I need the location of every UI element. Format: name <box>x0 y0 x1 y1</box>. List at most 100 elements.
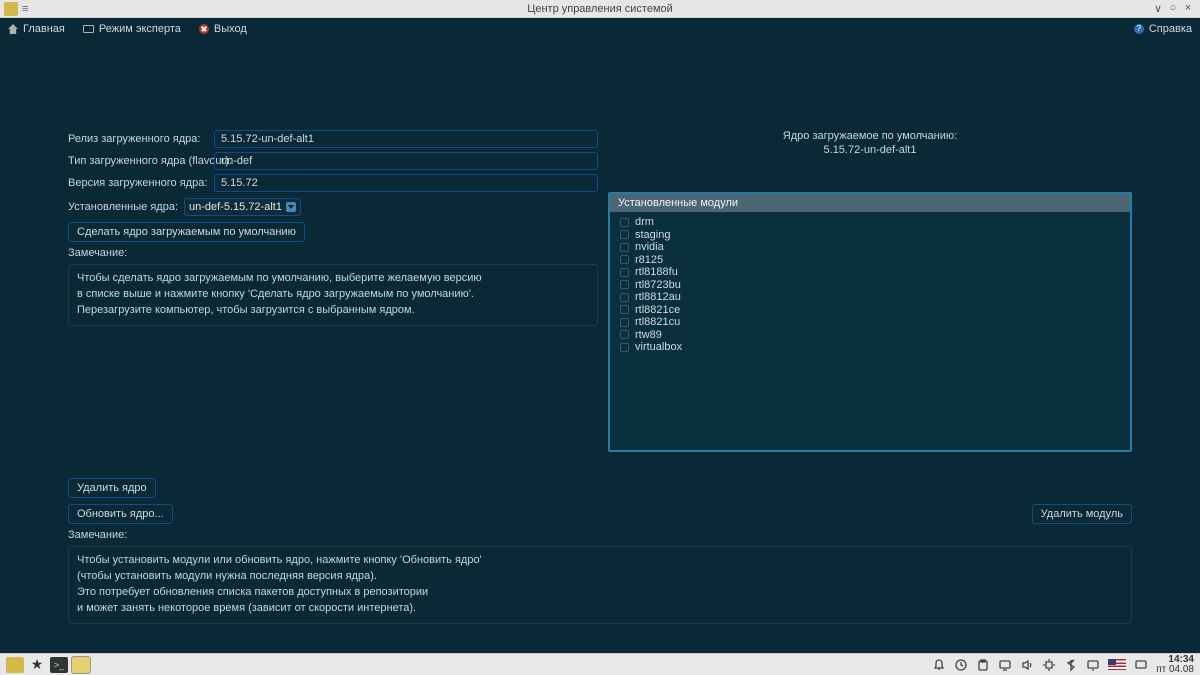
installed-kernels-value: un-def-5.15.72-alt1 <box>189 201 282 213</box>
release-value: 5.15.72-un-def-alt1 <box>214 130 598 148</box>
brightness-icon[interactable] <box>1042 658 1056 672</box>
note-top-line2: в списке выше и нажмите кнопку 'Сделать … <box>77 287 589 303</box>
note-bot-line2: (чтобы установить модули нужна последняя… <box>77 569 1123 585</box>
desktop-icon[interactable] <box>1134 658 1148 672</box>
note-label-bottom: Замечание: <box>68 529 1132 541</box>
module-label: rtw89 <box>635 329 662 342</box>
module-label: rtl8723bu <box>635 279 681 292</box>
help-icon: ? <box>1134 24 1144 34</box>
checkbox[interactable] <box>620 343 629 352</box>
maximize-button[interactable]: ○ <box>1167 2 1179 15</box>
note-top-line1: Чтобы сделать ядро загружаемым по умолча… <box>77 271 589 287</box>
module-item[interactable]: rtl8188fu <box>620 266 1120 279</box>
note-bot-line4: и может занять некоторое время (зависит … <box>77 601 1123 617</box>
menu-home-label: Главная <box>23 23 65 35</box>
module-item[interactable]: r8125 <box>620 254 1120 267</box>
module-item[interactable]: rtl8723bu <box>620 279 1120 292</box>
system-tray: 14:34 пт 04.08 <box>932 655 1194 675</box>
taskbar-app-active[interactable] <box>72 657 90 673</box>
version-value: 5.15.72 <box>214 174 598 192</box>
module-label: rtl8821cu <box>635 316 680 329</box>
bell-icon[interactable] <box>932 658 946 672</box>
note-label-top: Замечание: <box>68 247 598 259</box>
app-icon <box>4 2 18 16</box>
module-item[interactable]: nvidia <box>620 241 1120 254</box>
exit-icon <box>199 24 209 34</box>
installed-kernels-label: Установленные ядра: <box>68 201 178 213</box>
module-label: rtl8821ce <box>635 304 680 317</box>
module-label: r8125 <box>635 254 663 267</box>
checkbox[interactable] <box>620 230 629 239</box>
app-body: Главная Режим эксперта Выход ? Справка Р… <box>0 18 1200 653</box>
taskbar-terminal-icon[interactable]: >_ <box>50 657 68 673</box>
default-kernel-title: Ядро загружаемое по умолчанию: <box>608 130 1132 142</box>
display-icon[interactable] <box>998 658 1012 672</box>
release-label: Релиз загруженного ядра: <box>68 133 214 145</box>
checkbox[interactable] <box>620 218 629 227</box>
module-item[interactable]: drm <box>620 216 1120 229</box>
bluetooth-icon[interactable] <box>1064 658 1078 672</box>
checkbox[interactable] <box>620 305 629 314</box>
checkbox[interactable] <box>620 243 629 252</box>
taskbar: ★ >_ 14:34 пт 04.08 <box>0 653 1200 675</box>
module-label: rtl8812au <box>635 291 681 304</box>
menu-exit[interactable]: Выход <box>199 23 247 35</box>
module-label: rtl8188fu <box>635 266 678 279</box>
chevron-down-icon <box>286 202 296 212</box>
clock-date: пт 04.08 <box>1156 665 1194 675</box>
clock-time: 14:34 <box>1156 655 1194 665</box>
note-bot-line3: Это потребует обновления списка пакетов … <box>77 585 1123 601</box>
module-item[interactable]: rtl8821cu <box>620 316 1120 329</box>
modules-header: Установленные модули <box>610 194 1130 212</box>
module-item[interactable]: rtl8812au <box>620 291 1120 304</box>
module-label: drm <box>635 216 654 229</box>
home-icon <box>8 24 18 34</box>
note-top-line3: Перезагрузите компьютер, чтобы загрузитс… <box>77 303 589 319</box>
menubar: Главная Режим эксперта Выход ? Справка <box>0 18 1200 40</box>
updates-icon[interactable] <box>954 658 968 672</box>
module-label: staging <box>635 229 670 242</box>
clipboard-icon[interactable] <box>976 658 990 672</box>
menu-expert[interactable]: Режим эксперта <box>83 23 181 35</box>
menu-expert-label: Режим эксперта <box>99 23 181 35</box>
default-kernel-block: Ядро загружаемое по умолчанию: 5.15.72-u… <box>608 130 1132 156</box>
module-item[interactable]: rtw89 <box>620 329 1120 342</box>
modules-list[interactable]: drmstagingnvidiar8125rtl8188furtl8723bur… <box>610 212 1130 450</box>
module-item[interactable]: rtl8821ce <box>620 304 1120 317</box>
module-item[interactable]: virtualbox <box>620 341 1120 354</box>
screen-icon <box>83 25 94 33</box>
update-kernel-button[interactable]: Обновить ядро... <box>68 504 173 524</box>
note-bot-line1: Чтобы установить модули или обновить ядр… <box>77 553 1123 569</box>
flavour-value: un-def <box>214 152 598 170</box>
volume-icon[interactable] <box>1020 658 1034 672</box>
content-area: Релиз загруженного ядра: 5.15.72-un-def-… <box>0 40 1200 653</box>
minimize-button[interactable]: ∨ <box>1152 2 1164 15</box>
checkbox[interactable] <box>620 255 629 264</box>
checkbox[interactable] <box>620 268 629 277</box>
menu-exit-label: Выход <box>214 23 247 35</box>
taskbar-favorites-icon[interactable]: ★ <box>28 656 46 674</box>
checkbox[interactable] <box>620 318 629 327</box>
clock[interactable]: 14:34 пт 04.08 <box>1156 655 1194 675</box>
menu-help-label: Справка <box>1149 23 1192 35</box>
network-icon[interactable] <box>1086 658 1100 672</box>
menu-home[interactable]: Главная <box>8 23 65 35</box>
window-title: Центр управления системой <box>527 3 673 15</box>
delete-module-button[interactable]: Удалить модуль <box>1032 504 1132 524</box>
module-label: nvidia <box>635 241 664 254</box>
installed-kernels-dropdown[interactable]: un-def-5.15.72-alt1 <box>184 198 301 216</box>
taskbar-launcher-icon[interactable] <box>6 657 24 673</box>
module-label: virtualbox <box>635 341 682 354</box>
module-item[interactable]: staging <box>620 229 1120 242</box>
keyboard-layout-flag[interactable] <box>1108 659 1126 670</box>
checkbox[interactable] <box>620 293 629 302</box>
window-titlebar: ≡ Центр управления системой ∨ ○ × <box>0 0 1200 18</box>
close-button[interactable]: × <box>1182 2 1194 15</box>
version-label: Версия загруженного ядра: <box>68 177 214 189</box>
delete-kernel-button[interactable]: Удалить ядро <box>68 478 156 498</box>
menu-help[interactable]: ? Справка <box>1134 23 1192 35</box>
checkbox[interactable] <box>620 330 629 339</box>
make-default-button[interactable]: Сделать ядро загружаемым по умолчанию <box>68 222 305 242</box>
checkbox[interactable] <box>620 280 629 289</box>
note-box-bottom: Чтобы установить модули или обновить ядр… <box>68 546 1132 624</box>
